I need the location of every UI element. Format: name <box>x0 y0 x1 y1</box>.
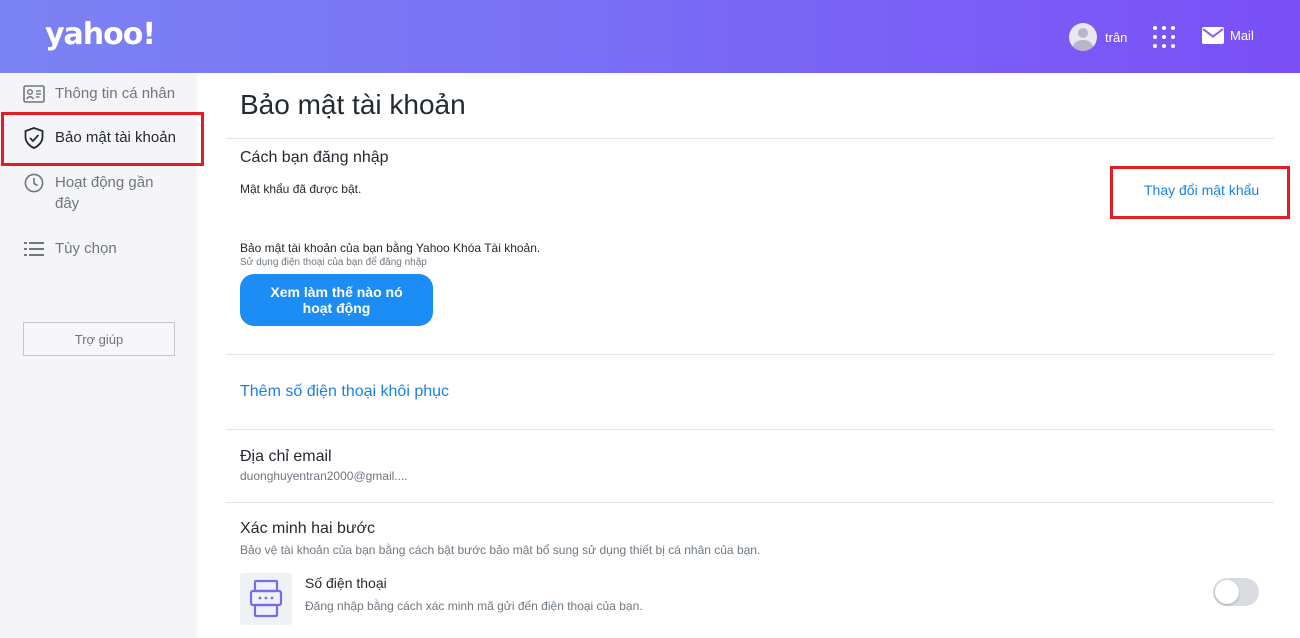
sidebar-item-label: Hoạt động gần đây <box>55 174 154 212</box>
grid-icon[interactable] <box>1153 26 1175 48</box>
email-value: duonghuyentran2000@gmail.... <box>240 469 408 483</box>
phone-option-description: Đăng nhập bằng cách xác minh mã gửi đến … <box>305 599 643 613</box>
mail-label: Mail <box>1230 28 1254 43</box>
add-recovery-phone-link[interactable]: Thêm số điện thoại khôi phục <box>240 383 449 401</box>
avatar <box>1069 23 1097 51</box>
sidebar-item-preferences[interactable]: Tùy chọn <box>0 238 197 260</box>
divider <box>226 502 1274 503</box>
id-card-icon <box>23 83 45 105</box>
divider <box>226 429 1274 430</box>
list-icon <box>23 238 45 260</box>
two-step-phone-toggle[interactable] <box>1213 578 1259 606</box>
divider <box>226 138 1274 139</box>
toggle-knob <box>1215 580 1239 604</box>
main-content: Bảo mật tài khoản Cách bạn đăng nhập Mật… <box>197 73 1300 638</box>
how-it-works-button[interactable]: Xem làm thế nào nó hoạt động <box>240 274 433 326</box>
sidebar-item-label: Tùy chọn <box>55 240 117 257</box>
yahoo-logo[interactable]: yahoo! <box>45 17 156 52</box>
page-title: Bảo mật tài khoản <box>240 89 466 120</box>
mail-link[interactable]: Mail <box>1202 27 1254 44</box>
account-key-subtext: Sử dụng điện thoại của bạn để đăng nhập <box>240 257 427 268</box>
user-menu[interactable]: trân <box>1069 23 1127 51</box>
divider <box>226 354 1274 355</box>
email-section-title: Địa chỉ email <box>240 448 332 465</box>
highlight-box-change-password <box>1110 166 1290 219</box>
password-status: Mật khẩu đã được bật. <box>240 182 362 196</box>
signin-section-title: Cách bạn đăng nhập <box>240 149 389 166</box>
help-button[interactable]: Trợ giúp <box>23 322 175 356</box>
user-name: trân <box>1105 29 1128 45</box>
top-header: yahoo! trân Mail <box>0 0 1300 73</box>
sidebar-item-label: Thông tin cá nhân <box>55 85 176 102</box>
phone-device-icon <box>240 573 292 625</box>
clock-icon <box>23 172 45 194</box>
sidebar-item-recent-activity[interactable]: Hoạt động gần đây <box>0 172 197 214</box>
mail-icon <box>1202 27 1224 44</box>
phone-option-title: Số điện thoại <box>305 575 387 591</box>
two-step-description: Bảo vệ tài khoản của bạn bằng cách bật b… <box>240 543 761 557</box>
highlight-box-sidebar <box>1 112 204 166</box>
account-key-text: Bảo mật tài khoản của bạn bằng Yahoo Khó… <box>240 241 541 255</box>
sidebar-item-personal-info[interactable]: Thông tin cá nhân <box>0 83 197 105</box>
two-step-title: Xác minh hai bước <box>240 520 376 537</box>
